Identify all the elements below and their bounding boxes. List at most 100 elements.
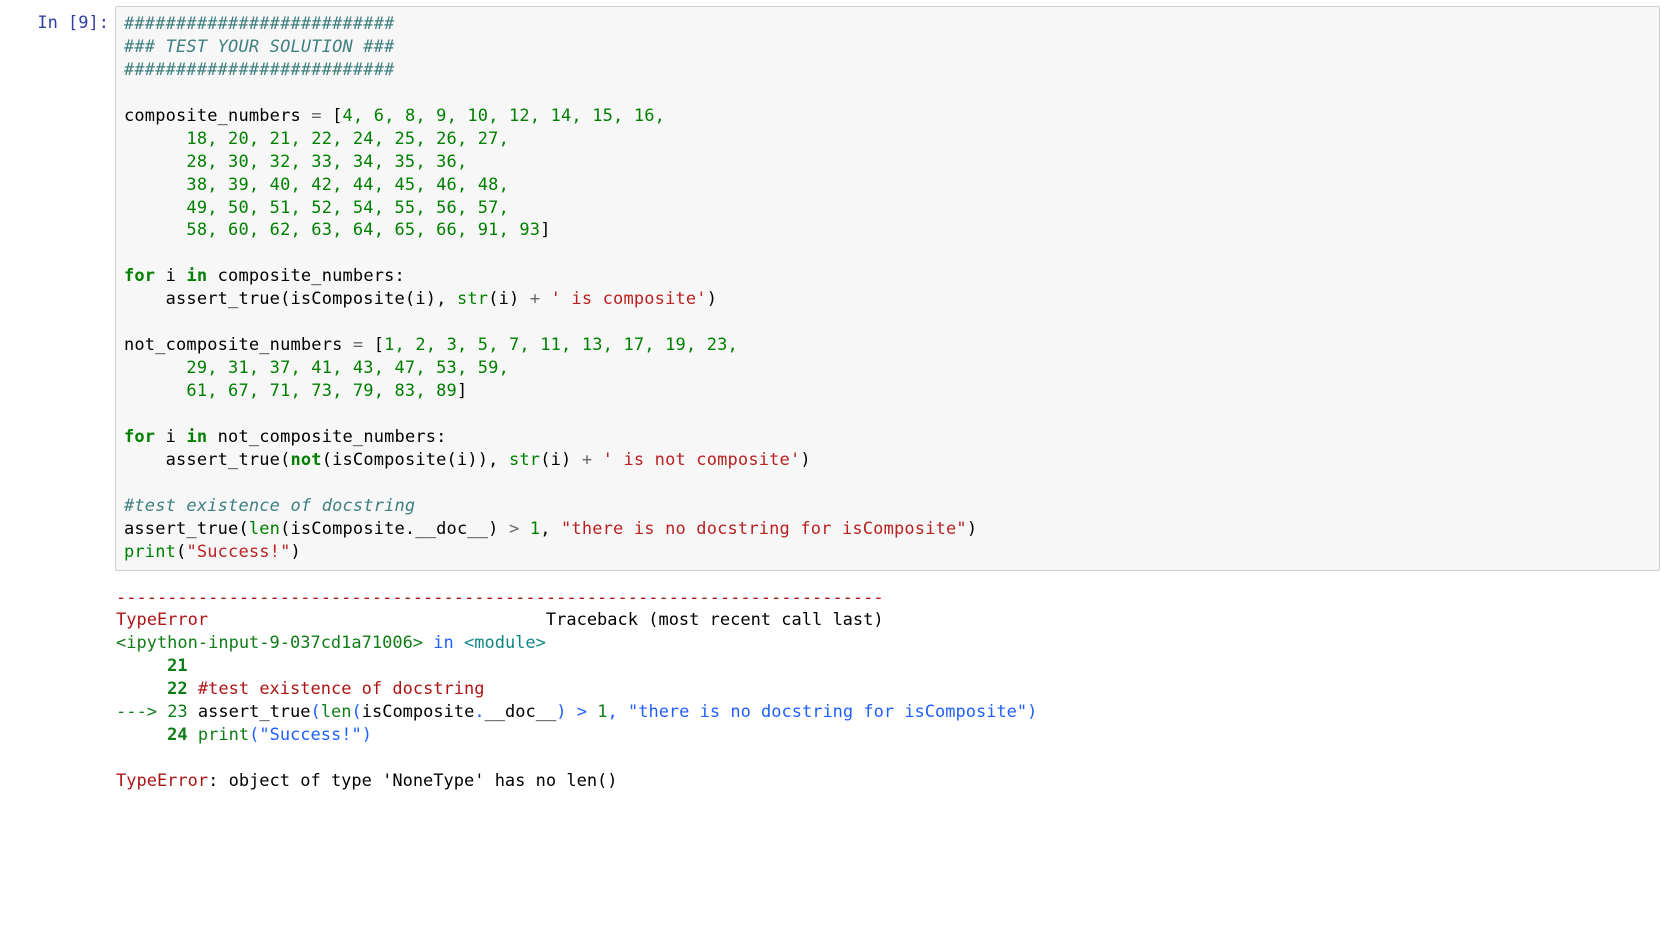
string-literal: "there is no docstring for isComposite"	[628, 702, 1027, 722]
comment-line: ### TEST YOUR SOLUTION ###	[124, 37, 395, 57]
comment-line: ##########################	[124, 60, 395, 80]
tb-code: assert_true	[198, 702, 311, 722]
space	[566, 702, 576, 722]
number-list: 49, 50, 51, 52, 54, 55, 56, 57,	[124, 198, 509, 218]
number: 1	[519, 519, 540, 539]
comma: ,	[540, 519, 561, 539]
number-list: 4, 6, 8, 9, 10, 12, 14, 15, 16,	[343, 106, 666, 126]
paren: (	[249, 725, 259, 745]
space	[540, 289, 550, 309]
variable: not_composite_numbers:	[207, 427, 446, 447]
code-text: [	[322, 106, 343, 126]
line-text	[188, 656, 198, 676]
paren: )	[1027, 702, 1037, 722]
number-list: 1, 2, 3, 5, 7, 11, 13, 17, 19, 23,	[384, 335, 738, 355]
error-name-final: TypeError	[116, 771, 208, 791]
code-input-area[interactable]: ########################## ### TEST YOUR…	[115, 6, 1660, 571]
builtin-str: str	[457, 289, 488, 309]
keyword-in: in	[186, 266, 207, 286]
code-text: (i)	[540, 450, 582, 470]
paren: )	[800, 450, 810, 470]
operator: +	[582, 450, 592, 470]
operator: =	[353, 335, 363, 355]
source-reference: <ipython-input-9-037cd1a71006>	[116, 633, 423, 653]
paren: )	[556, 702, 566, 722]
string-literal: "there is no docstring for isComposite"	[561, 519, 967, 539]
code-text: (i)	[488, 289, 530, 309]
string-literal: ' is composite'	[551, 289, 707, 309]
number-list: 61, 67, 71, 73, 79, 83, 89	[124, 381, 457, 401]
variable: composite_numbers:	[207, 266, 405, 286]
error-message: : object of type 'NoneType' has no len()	[208, 771, 617, 791]
number-list: 18, 20, 21, 22, 24, 25, 26, 27,	[124, 129, 509, 149]
traceback-output: ----------------------------------------…	[108, 577, 1666, 799]
paren: (	[176, 542, 186, 562]
code-text: [	[363, 335, 384, 355]
code-text: (isComposite(i)),	[322, 450, 509, 470]
builtin-len: len	[249, 519, 280, 539]
builtin-len: len	[321, 702, 352, 722]
line-number: 23	[167, 702, 187, 722]
number: 1	[597, 702, 607, 722]
keyword-not: not	[290, 450, 321, 470]
operator: =	[311, 106, 321, 126]
comma: ,	[607, 702, 617, 722]
output-row: ----------------------------------------…	[0, 577, 1666, 799]
code-text: assert_true(isComposite(i),	[124, 289, 457, 309]
bracket: ]	[457, 381, 467, 401]
code-text: not_composite_numbers	[124, 335, 353, 355]
builtin-print: print	[124, 542, 176, 562]
paren: )	[967, 519, 977, 539]
module-word: <module>	[464, 633, 546, 653]
string-literal: "Success!"	[186, 542, 290, 562]
paren: )	[362, 725, 372, 745]
comment-line: ##########################	[124, 14, 395, 34]
line-number: 21	[116, 656, 188, 676]
number-list: 58, 60, 62, 63, 64, 65, 66, 91, 93	[124, 220, 540, 240]
line-number: 24	[116, 725, 188, 745]
paren: (	[311, 702, 321, 722]
space	[618, 702, 628, 722]
operator: >	[509, 519, 519, 539]
arrow-indicator: --->	[116, 702, 167, 722]
tb-code: __doc__	[485, 702, 557, 722]
paren: )	[291, 542, 301, 562]
output-prompt	[0, 577, 108, 799]
code-text: composite_numbers	[124, 106, 311, 126]
keyword-for: for	[124, 266, 155, 286]
keyword-for: for	[124, 427, 155, 447]
keyword-in: in	[186, 427, 207, 447]
builtin-str: str	[509, 450, 540, 470]
code-block[interactable]: ########################## ### TEST YOUR…	[124, 13, 1651, 564]
paren: )	[707, 289, 717, 309]
number-list: 29, 31, 37, 41, 43, 47, 53, 59,	[124, 358, 509, 378]
string-literal: "Success!"	[259, 725, 361, 745]
number-list: 28, 30, 32, 33, 34, 35, 36,	[124, 152, 467, 172]
line-number: 22	[116, 679, 188, 699]
code-text: assert_true(	[124, 519, 249, 539]
input-prompt: In [9]:	[1, 6, 115, 571]
variable: i	[155, 266, 186, 286]
space	[188, 702, 198, 722]
traceback-label: Traceback (most recent call last)	[208, 610, 884, 630]
number-list: 38, 39, 40, 42, 44, 45, 46, 48,	[124, 175, 509, 195]
builtin-print: print	[198, 725, 249, 745]
string-literal: ' is not composite'	[603, 450, 801, 470]
line-text	[188, 679, 198, 699]
comment-line: #test existence of docstring	[124, 496, 415, 516]
dot: .	[474, 702, 484, 722]
paren: (	[351, 702, 361, 722]
notebook-cell: In [9]: ########################## ### T…	[0, 0, 1666, 577]
tb-code: isComposite	[362, 702, 475, 722]
in-word: in	[423, 633, 464, 653]
error-name: TypeError	[116, 610, 208, 630]
code-text: (isComposite.__doc__)	[280, 519, 509, 539]
separator-line: ----------------------------------------…	[116, 588, 884, 608]
space	[188, 725, 198, 745]
code-text: assert_true(	[124, 450, 290, 470]
space	[587, 702, 597, 722]
comment-traceback: #test existence of docstring	[198, 679, 485, 699]
bracket: ]	[540, 220, 550, 240]
variable: i	[155, 427, 186, 447]
operator: +	[530, 289, 540, 309]
